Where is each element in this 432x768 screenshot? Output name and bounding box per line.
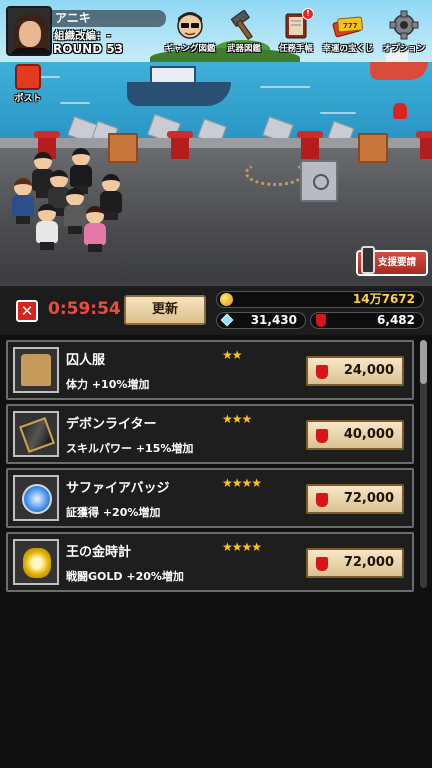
- gold-coin-icon: [220, 293, 233, 306]
- notebook-icon: !: [280, 8, 314, 40]
- lottery-ticket-icon: 777: [332, 10, 364, 40]
- item-effect: 証獲得 +20%増加: [66, 506, 161, 519]
- certificate-value: 6,482: [377, 313, 415, 327]
- item-price: 72,000: [343, 491, 394, 506]
- shop-item-row: デボンライター ★★★ スキルパワー +15%増加 40,000: [6, 404, 414, 464]
- item-rarity-stars: ★★: [222, 348, 242, 362]
- mission-notebook-button[interactable]: ! 任務手帳: [268, 8, 324, 60]
- gold-counter: 14万7672: [216, 291, 424, 308]
- lighter-icon: [19, 417, 55, 453]
- crate: [358, 133, 388, 163]
- gang-squad: [6, 148, 138, 268]
- menu-label: ギャング図鑑: [164, 44, 216, 54]
- refresh-button[interactable]: 更新: [124, 295, 206, 325]
- prison-shirt-icon: [21, 354, 51, 386]
- bollard: [416, 131, 432, 159]
- bollard: [297, 131, 323, 159]
- buy-button[interactable]: 24,000: [306, 356, 404, 386]
- item-price: 40,000: [343, 427, 394, 442]
- mailbox-icon: [15, 64, 41, 90]
- certificate-icon: [316, 429, 328, 443]
- weapon-encyclopedia-button[interactable]: 武器図鑑: [216, 10, 272, 60]
- diamond-icon: [220, 313, 234, 327]
- certificate-icon: [316, 365, 328, 379]
- item-price: 72,000: [343, 555, 394, 570]
- item-name: デボンライター: [66, 417, 157, 432]
- player-avatar[interactable]: [6, 6, 52, 56]
- buy-button[interactable]: 72,000: [306, 484, 404, 514]
- red-boat: [370, 62, 428, 80]
- shop-item-row: サファイアバッジ ★★★★ 証獲得 +20%増加 72,000: [6, 468, 414, 528]
- post-button[interactable]: ポスト: [10, 64, 46, 108]
- gangster-face-icon: [174, 10, 206, 40]
- gem-value: 31,430: [250, 313, 297, 327]
- menu-label: 武器図鑑: [226, 44, 261, 54]
- certificate-icon: [316, 557, 328, 571]
- post-label: ポスト: [14, 94, 42, 104]
- item-name: サファイアバッジ: [66, 481, 170, 496]
- sapphire-badge-icon: [22, 484, 52, 514]
- certificate-counter: 6,482: [310, 312, 424, 329]
- menu-label: 任務手帳: [278, 44, 313, 54]
- gang-encyclopedia-button[interactable]: ギャング図鑑: [162, 10, 218, 60]
- phone-icon: [361, 246, 375, 274]
- shop-item-row: 王の金時計 ★★★★ 戦闘GOLD +20%増加 72,000: [6, 532, 414, 592]
- item-thumbnail: [13, 411, 59, 457]
- round-indicator: ROUND 53: [53, 42, 124, 56]
- gear-icon: [388, 10, 420, 40]
- safe: [300, 160, 338, 202]
- menu-label: 幸運の宝くじ: [322, 44, 374, 54]
- item-thumbnail: [13, 539, 59, 585]
- close-button[interactable]: ✕: [16, 300, 38, 322]
- item-effect: 体力 +10%増加: [66, 378, 150, 391]
- item-effect: スキルパワー +15%増加: [66, 442, 194, 455]
- item-name: 王の金時計: [66, 545, 132, 560]
- item-price: 24,000: [343, 363, 394, 378]
- certificate-icon: [316, 314, 326, 327]
- support-request-button[interactable]: 支援要請: [356, 246, 428, 276]
- gem-counter: 31,430: [216, 312, 306, 329]
- scrollbar-thumb[interactable]: [420, 340, 427, 384]
- shop-item-row: 囚人服 ★★ 体力 +10%増加 24,000: [6, 340, 414, 400]
- shop-header: ✕ 0:59:54 更新 14万7672 31,430 6,482: [0, 285, 432, 335]
- gold-watch-icon: [23, 548, 51, 578]
- certificate-icon: [316, 493, 328, 507]
- fishing-boat: [127, 82, 231, 106]
- support-label: 支援要請: [378, 257, 417, 268]
- svg-text:777: 777: [343, 22, 358, 30]
- scrollbar[interactable]: [420, 340, 427, 588]
- item-thumbnail: [13, 475, 59, 521]
- lottery-button[interactable]: 777 幸運の宝くじ: [320, 10, 376, 60]
- menu-label: オプション: [382, 44, 426, 54]
- item-name: 囚人服: [66, 353, 106, 368]
- alert-badge: !: [302, 8, 314, 20]
- item-rarity-stars: ★★★: [222, 412, 252, 426]
- bollard: [167, 131, 193, 159]
- item-rarity-stars: ★★★★: [222, 476, 262, 490]
- buy-button[interactable]: 40,000: [306, 420, 404, 450]
- buy-button[interactable]: 72,000: [306, 548, 404, 578]
- options-button[interactable]: オプション: [376, 10, 432, 60]
- item-rarity-stars: ★★★★: [222, 540, 262, 554]
- organization-status: 組織改編：-: [54, 30, 111, 42]
- item-thumbnail: [13, 347, 59, 393]
- player-name: アニキ: [52, 10, 166, 27]
- refresh-timer: 0:59:54: [48, 299, 121, 319]
- item-effect: 戦闘GOLD +20%増加: [66, 570, 184, 583]
- buoy: [393, 103, 407, 119]
- gold-value: 14万7672: [352, 292, 415, 306]
- rope: [245, 160, 305, 186]
- hammer-icon: [228, 10, 260, 41]
